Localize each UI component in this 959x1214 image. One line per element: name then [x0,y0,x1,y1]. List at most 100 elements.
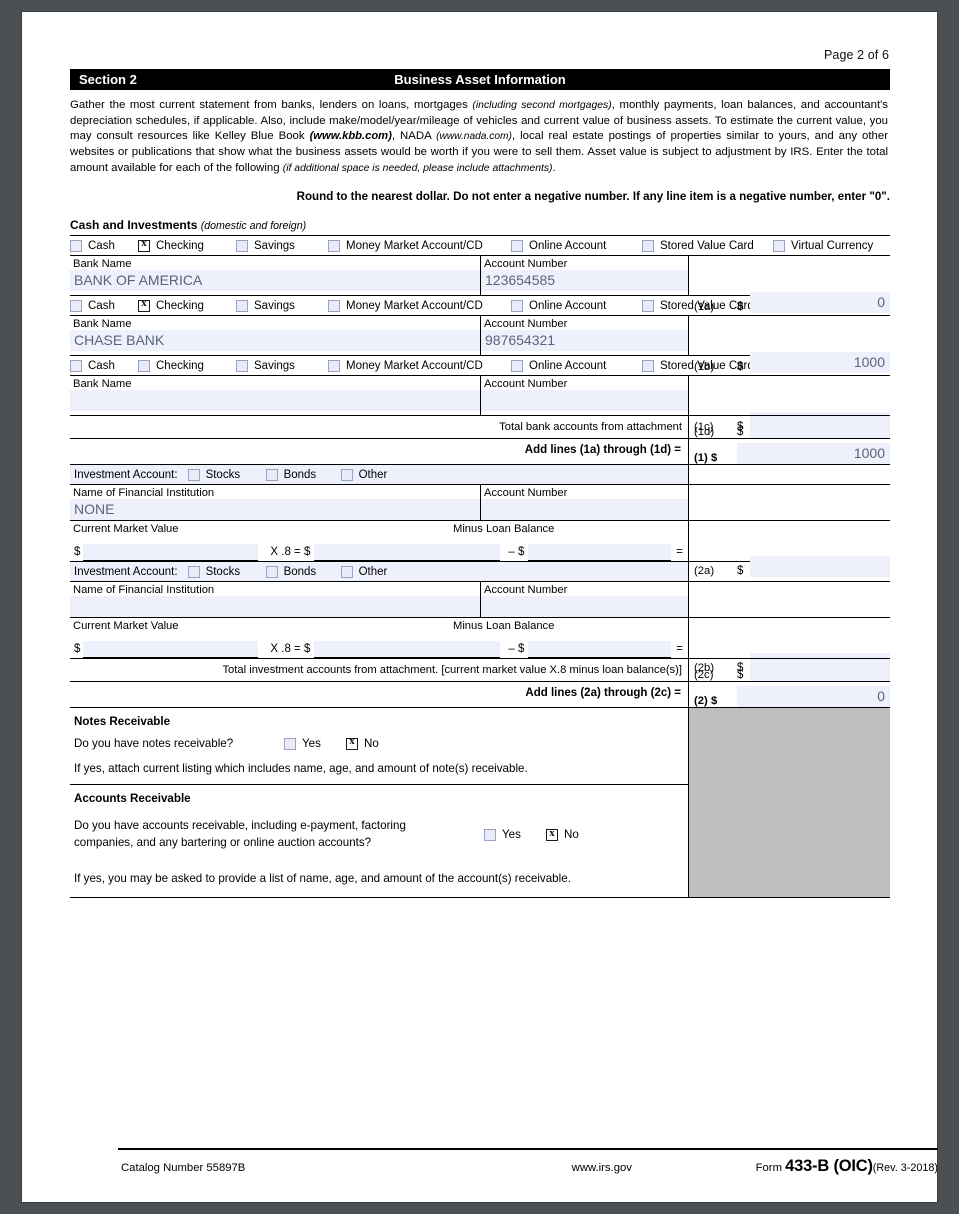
institution-input[interactable] [70,596,480,618]
amount-input-1d[interactable] [750,417,890,439]
bank-name-input[interactable]: CHASE BANK [70,330,480,352]
multiplier-input[interactable] [314,544,501,562]
amount-input-1-total[interactable]: 1000 [737,443,890,465]
amount-input-2-total[interactable]: 0 [737,686,890,708]
checkbox-label: Stocks [205,468,241,481]
checkbox-icon[interactable] [642,359,654,372]
bank-row-1: Cash Checking Savings Money Market Accou… [70,235,890,314]
checkbox-checking-3[interactable]: Checking [138,359,236,372]
multiplier-input[interactable] [314,641,501,659]
checkbox-icon[interactable] [346,735,358,750]
investment-row-2: Investment Account: Stocks Bonds Other N… [70,561,890,675]
checkbox-virtual-currency-1[interactable]: Virtual Currency [773,239,873,252]
account-number-input[interactable] [481,499,688,521]
checkbox-icon[interactable] [328,359,340,372]
account-number-input[interactable]: 123654585 [481,270,688,292]
checkbox-icon[interactable] [70,299,82,312]
account-number-input[interactable] [481,596,688,618]
loan-balance-label: Minus Loan Balance [453,620,555,633]
checkbox-money-market-3[interactable]: Money Market Account/CD [328,359,511,372]
checkbox-online-account-3[interactable]: Online Account [511,359,642,372]
checkbox-icon[interactable] [642,299,654,312]
checkbox-other-2[interactable]: Other [340,565,387,578]
institution-input[interactable]: NONE [70,499,480,521]
checkbox-icon[interactable] [138,237,150,252]
checkbox-cash-3[interactable]: Cash [70,359,138,372]
loan-balance-input[interactable] [528,544,672,562]
account-number-input[interactable] [481,390,688,412]
loan-balance-input[interactable] [528,641,672,659]
checkbox-online-account-2[interactable]: Online Account [511,299,642,312]
checkbox-icon[interactable] [773,239,785,252]
checkbox-bonds-1[interactable]: Bonds [265,468,341,481]
checkbox-stocks-1[interactable]: Stocks [187,468,266,481]
checkbox-icon[interactable] [236,299,248,312]
irs-website[interactable]: www.irs.gov [448,1162,756,1174]
account-number-input[interactable]: 987654321 [481,330,688,352]
checkbox-icon[interactable] [138,297,150,312]
checkbox-other-1[interactable]: Other [340,468,387,481]
bank-name-input[interactable] [70,390,480,412]
checkbox-icon[interactable] [642,239,654,252]
checkbox-cash-1[interactable]: Cash [70,239,138,252]
bank-name-input[interactable]: BANK OF AMERICA [70,270,480,292]
checkbox-icon[interactable] [265,565,278,578]
bank-attachment-label-cell: Total bank accounts from attachment [70,416,688,438]
checkbox-icon[interactable] [187,565,200,578]
cmv-label: Current Market Value [73,523,179,536]
checkbox-label: Checking [156,239,204,252]
accounts-receivable-yes[interactable]: Yes [484,828,546,841]
checkbox-icon[interactable] [340,468,353,481]
checkbox-icon[interactable] [265,468,278,481]
investment-amount-spacer-2b [688,582,890,618]
checkbox-money-market-1[interactable]: Money Market Account/CD [328,239,511,252]
institution-cell-1: Name of Financial Institution NONE [70,485,480,521]
amount-input-1b[interactable]: 1000 [750,352,890,374]
checkbox-checking-2[interactable]: Checking [138,297,236,312]
checkbox-icon[interactable] [328,299,340,312]
checkbox-label: Yes [502,828,521,842]
investment-total-row: Add lines (2a) through (2c) = (2) $ 0 [70,681,890,708]
page-number: Page 2 of 6 [823,48,889,62]
checkbox-label: Savings [254,299,295,312]
checkbox-icon[interactable] [328,239,340,252]
cmv-input[interactable] [83,641,259,659]
accounts-receivable-no[interactable]: No [546,827,579,841]
checkbox-stocks-2[interactable]: Stocks [187,565,266,578]
checkbox-online-account-1[interactable]: Online Account [511,239,642,252]
checkbox-icon[interactable] [511,299,523,312]
checkbox-icon[interactable] [511,239,523,252]
checkbox-icon[interactable] [511,359,523,372]
checkbox-label: Cash [88,299,115,312]
checkbox-savings-2[interactable]: Savings [236,299,328,312]
checkbox-icon[interactable] [70,239,82,252]
checkbox-icon[interactable] [138,359,150,372]
checkbox-money-market-2[interactable]: Money Market Account/CD [328,299,511,312]
accounts-receivable-heading: Accounts Receivable [74,792,191,806]
checkbox-bonds-2[interactable]: Bonds [265,565,341,578]
account-number-label: Account Number [484,318,568,331]
checkbox-icon[interactable] [484,828,496,841]
bank-row-2-fields: Bank Name CHASE BANK Account Number 9876… [70,315,890,374]
checkbox-icon[interactable] [236,359,248,372]
checkbox-stored-value-card-1[interactable]: Stored Value Card [642,239,773,252]
checkbox-icon[interactable] [236,239,248,252]
checkbox-savings-3[interactable]: Savings [236,359,328,372]
bank-row-3-fields: Bank Name Account Number (1c) $ [70,375,890,434]
checkbox-cash-2[interactable]: Cash [70,299,138,312]
notes-receivable-no[interactable]: No [346,735,379,750]
investment-row-2-typeline: Investment Account: Stocks Bonds Other [70,562,890,582]
cmv-input[interactable] [83,544,259,562]
checkbox-icon[interactable] [284,737,296,750]
checkbox-icon[interactable] [187,468,200,481]
checkbox-icon[interactable] [340,565,353,578]
amount-input-1a[interactable]: 0 [750,292,890,314]
checkbox-savings-1[interactable]: Savings [236,239,328,252]
notes-receivable-yes[interactable]: Yes [284,737,346,750]
checkbox-icon[interactable] [70,359,82,372]
checkbox-checking-1[interactable]: Checking [138,237,236,252]
checkbox-icon[interactable] [546,827,558,841]
section-header-bar: Section 2 Business Asset Information [70,69,890,90]
amount-input-2c[interactable] [750,660,890,682]
line-label-2c: (2c) [694,669,714,682]
